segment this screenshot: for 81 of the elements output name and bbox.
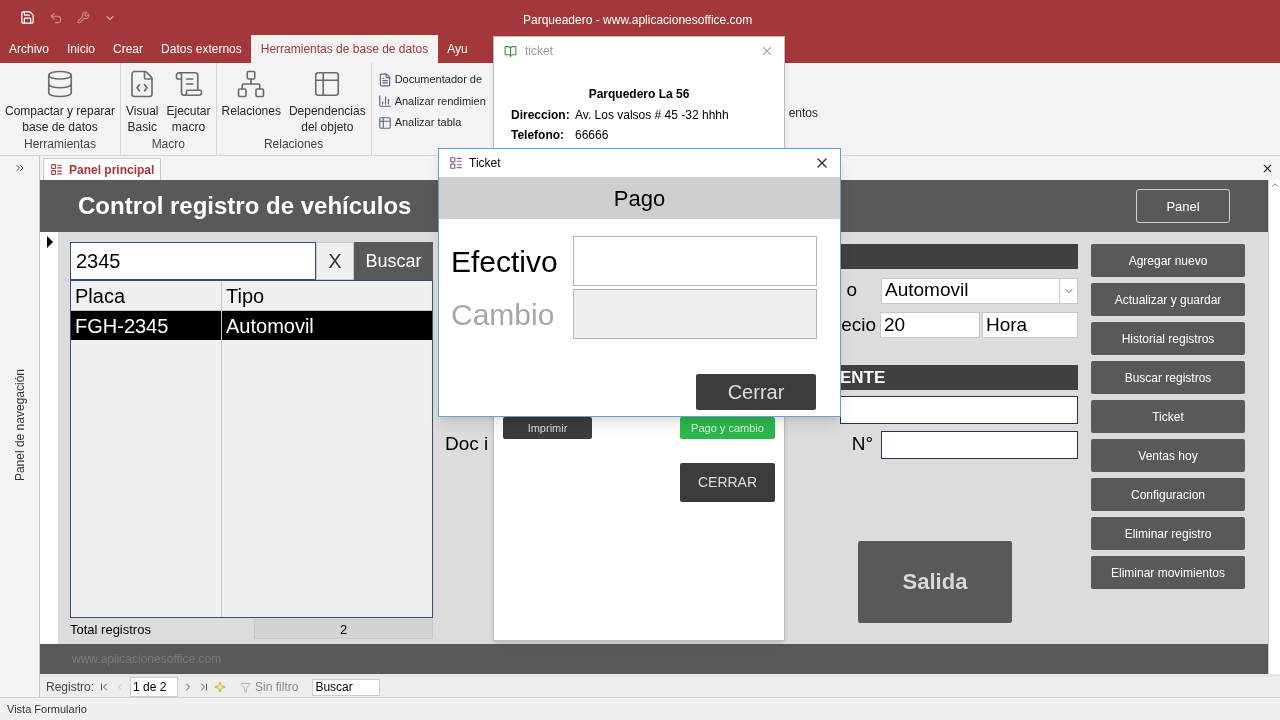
document-icon	[377, 72, 392, 87]
clear-button[interactable]: X	[316, 242, 354, 281]
ribbon-small-button[interactable]: Analizar tabla	[377, 114, 462, 131]
action-button[interactable]: Buscar registros	[1091, 361, 1245, 395]
type-dropdown[interactable]: Automovil	[881, 277, 1078, 304]
field-label: ecio	[841, 312, 876, 337]
panel-button[interactable]: Panel	[1136, 189, 1230, 224]
ticket-value: 66666	[575, 127, 609, 144]
status-text: Vista Formulario	[7, 701, 87, 717]
search-field[interactable]: 2345	[70, 242, 316, 281]
ribbon-button[interactable]: Dependencias del objeto	[286, 63, 368, 136]
ticket-label: Direccion:	[511, 107, 571, 124]
form-icon	[449, 156, 463, 170]
undo-icon[interactable]	[49, 10, 63, 25]
exit-button[interactable]: Salida	[858, 540, 1012, 623]
field-label: o	[846, 278, 857, 303]
price-field[interactable]: 20	[880, 312, 980, 339]
ribbon-tab[interactable]: Archivo	[0, 35, 58, 64]
ribbon-button[interactable]: Ejecutar macro	[164, 63, 213, 136]
filter-icon	[240, 681, 252, 693]
tool-icon[interactable]	[77, 11, 90, 25]
field-label: N°	[851, 432, 873, 457]
ribbon-tab[interactable]: Herramientas de base de datos	[250, 35, 439, 64]
ribbon-tab[interactable]: Datos externos	[152, 35, 251, 64]
action-button[interactable]: Ticket	[1091, 400, 1245, 434]
record-selector-icon	[46, 236, 54, 249]
list-cell[interactable]: Automovil	[222, 311, 432, 341]
bar-chart-icon	[377, 94, 392, 109]
amount-field[interactable]	[573, 289, 817, 339]
document-tab[interactable]: Panel principal	[43, 158, 162, 181]
table-icon	[377, 115, 392, 130]
book-icon	[504, 44, 517, 58]
ribbon-button[interactable]: Visual Basic	[124, 63, 161, 136]
ticket-label: Telefono:	[511, 127, 566, 144]
field-label: Cambio	[450, 296, 556, 333]
save-icon[interactable]	[20, 10, 35, 26]
ribbon-button[interactable]: Compactar y reparar base de datos	[3, 63, 118, 136]
unit-field[interactable]: Hora	[982, 312, 1078, 339]
action-button[interactable]: Ventas hoy	[1091, 439, 1245, 473]
amount-field[interactable]	[573, 236, 817, 286]
action-button[interactable]: Agregar nuevo	[1091, 244, 1245, 278]
navigation-pane-label[interactable]: Panel de navegación	[10, 369, 29, 482]
form-title: Control registro de vehículos	[78, 191, 412, 222]
action-button[interactable]: Configuracion	[1091, 478, 1245, 512]
action-button[interactable]: Eliminar registro	[1091, 517, 1245, 551]
ribbon-small-button[interactable]: Documentador de	[377, 71, 483, 88]
business-name: Parquedero La 56	[587, 86, 691, 103]
form-icon	[50, 163, 63, 177]
ticket-value: Av. Los valsos # 45 -32 hhhh	[575, 107, 729, 124]
record-label: Registro:	[46, 679, 95, 697]
network-icon	[236, 69, 267, 100]
search-button[interactable]: Buscar	[354, 242, 433, 281]
close-button[interactable]: CERRAR	[680, 463, 775, 502]
close-button[interactable]: Cerrar	[696, 374, 816, 410]
list-cell[interactable]: FGH-2345	[71, 311, 221, 341]
dialog-heading: Pago	[613, 184, 666, 213]
total-value: 2	[254, 619, 433, 640]
field-label: Doc i	[445, 432, 489, 457]
action-button[interactable]: Actualizar y guardar	[1091, 283, 1245, 317]
total-label: Total registros	[70, 620, 152, 639]
section-bar: ENTE	[840, 365, 1078, 391]
action-button[interactable]: Historial registros	[1091, 322, 1245, 356]
print-button[interactable]: Imprimir	[503, 417, 592, 439]
window-title: Parqueadero - www.aplicacionesoffice.com	[523, 12, 753, 29]
ribbon-tab[interactable]: Crear	[104, 35, 153, 64]
ribbon-small-button[interactable]: Analizar rendimien	[377, 92, 486, 110]
number-field[interactable]	[881, 430, 1078, 459]
group-label: Herramientas	[24, 136, 97, 154]
text-field[interactable]	[840, 396, 1078, 425]
window-title: ticket	[525, 43, 554, 60]
ribbon-tab[interactable]: Ayu	[438, 35, 477, 64]
action-button[interactable]: Eliminar movimientos	[1091, 556, 1245, 590]
field-label: Efectivo	[450, 243, 559, 280]
database-icon	[45, 69, 75, 100]
ribbon-tab[interactable]: Inicio	[58, 35, 105, 64]
record-position-field[interactable]: 1 de 2	[130, 677, 179, 698]
ribbon-button[interactable]: Relaciones	[219, 63, 283, 136]
record-search-field[interactable]: Buscar	[312, 678, 381, 696]
group-label: Relaciones	[263, 136, 324, 154]
group-label: Macro	[151, 136, 185, 154]
dialog-title: Ticket	[469, 155, 502, 172]
